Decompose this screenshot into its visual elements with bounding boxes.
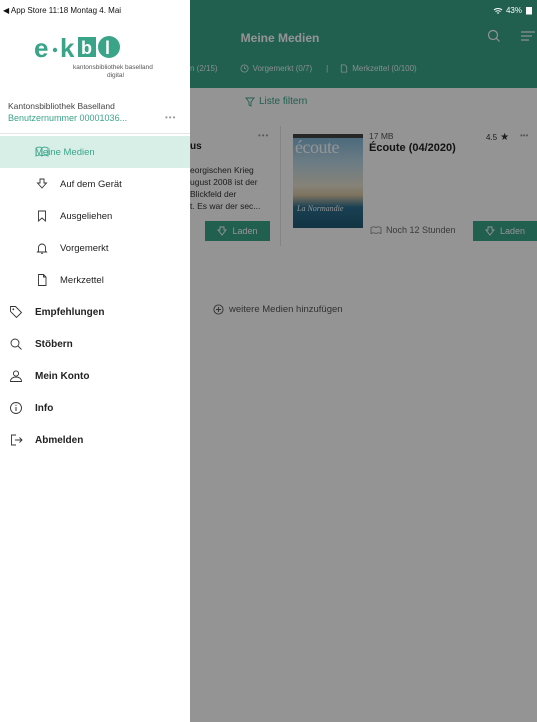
battery-icon — [526, 7, 532, 15]
sidebar-item-ausgeliehen[interactable]: Ausgeliehen — [0, 200, 190, 232]
sidebar-item-label: Stöbern — [35, 338, 73, 350]
sidebar-item-label: Ausgeliehen — [60, 210, 113, 222]
sidebar-item-vorgemerkt[interactable]: Vorgemerkt — [0, 232, 190, 264]
battery-level: 43% — [505, 6, 522, 15]
sidebar-item-info[interactable]: Info — [0, 392, 190, 424]
search-icon — [10, 338, 22, 350]
status-bar-right: 43% — [493, 6, 533, 15]
account-options-icon[interactable]: ••• — [165, 113, 176, 122]
sidebar-item-empfehlungen[interactable]: Empfehlungen — [0, 296, 190, 328]
divider — [0, 133, 190, 134]
sidebar-item-merkzettel[interactable]: Merkzettel — [0, 264, 190, 296]
sidebar-item-label: Auf dem Gerät — [60, 178, 122, 190]
wifi-icon — [493, 7, 503, 14]
e-kbl-logo: e k b l — [34, 33, 120, 63]
info-icon — [10, 402, 22, 414]
svg-text:e: e — [34, 33, 48, 63]
sidebar-item-mein-konto[interactable]: Mein Konto — [0, 360, 190, 392]
bookmark-icon — [38, 210, 46, 222]
sidebar-item-label: Info — [35, 402, 54, 414]
sidebar-item-meine-medien[interactable]: Meine Medien — [0, 136, 190, 168]
sidebar-item-label: Mein Konto — [35, 370, 90, 382]
document-icon — [38, 274, 47, 286]
sidebar-item-auf-dem-geraet[interactable]: Auf dem Gerät — [0, 168, 190, 200]
sidebar-item-label: Abmelden — [35, 434, 84, 446]
sidebar-item-stoebern[interactable]: Stöbern — [0, 328, 190, 360]
logo-subtitle: kantonsbibliothek baselland — [73, 64, 153, 71]
logout-icon — [11, 434, 23, 446]
logo-subtitle-digital: digital — [107, 72, 124, 79]
sidebar-item-label: Merkzettel — [60, 274, 104, 286]
side-menu: e k b l kantonsbibliothek baselland digi… — [0, 0, 190, 722]
sidebar-item-label: Empfehlungen — [35, 306, 105, 318]
library-name: Kantonsbibliothek Baselland — [8, 101, 115, 111]
bell-icon — [36, 243, 48, 254]
svg-text:l: l — [105, 38, 110, 58]
user-icon — [10, 370, 22, 382]
sidebar-item-label: Vorgemerkt — [60, 242, 109, 254]
sidebar-item-abmelden[interactable]: Abmelden — [0, 424, 190, 456]
svg-text:b: b — [81, 38, 92, 58]
tag-icon — [10, 306, 23, 319]
user-number[interactable]: Benutzernummer 00001036... — [8, 113, 127, 123]
svg-text:k: k — [60, 33, 75, 63]
sidebar-item-label: Meine Medien — [35, 146, 95, 158]
status-bar-left: ◀ App Store 11:18 Montag 4. Mai — [3, 6, 122, 15]
download-icon — [36, 178, 48, 189]
